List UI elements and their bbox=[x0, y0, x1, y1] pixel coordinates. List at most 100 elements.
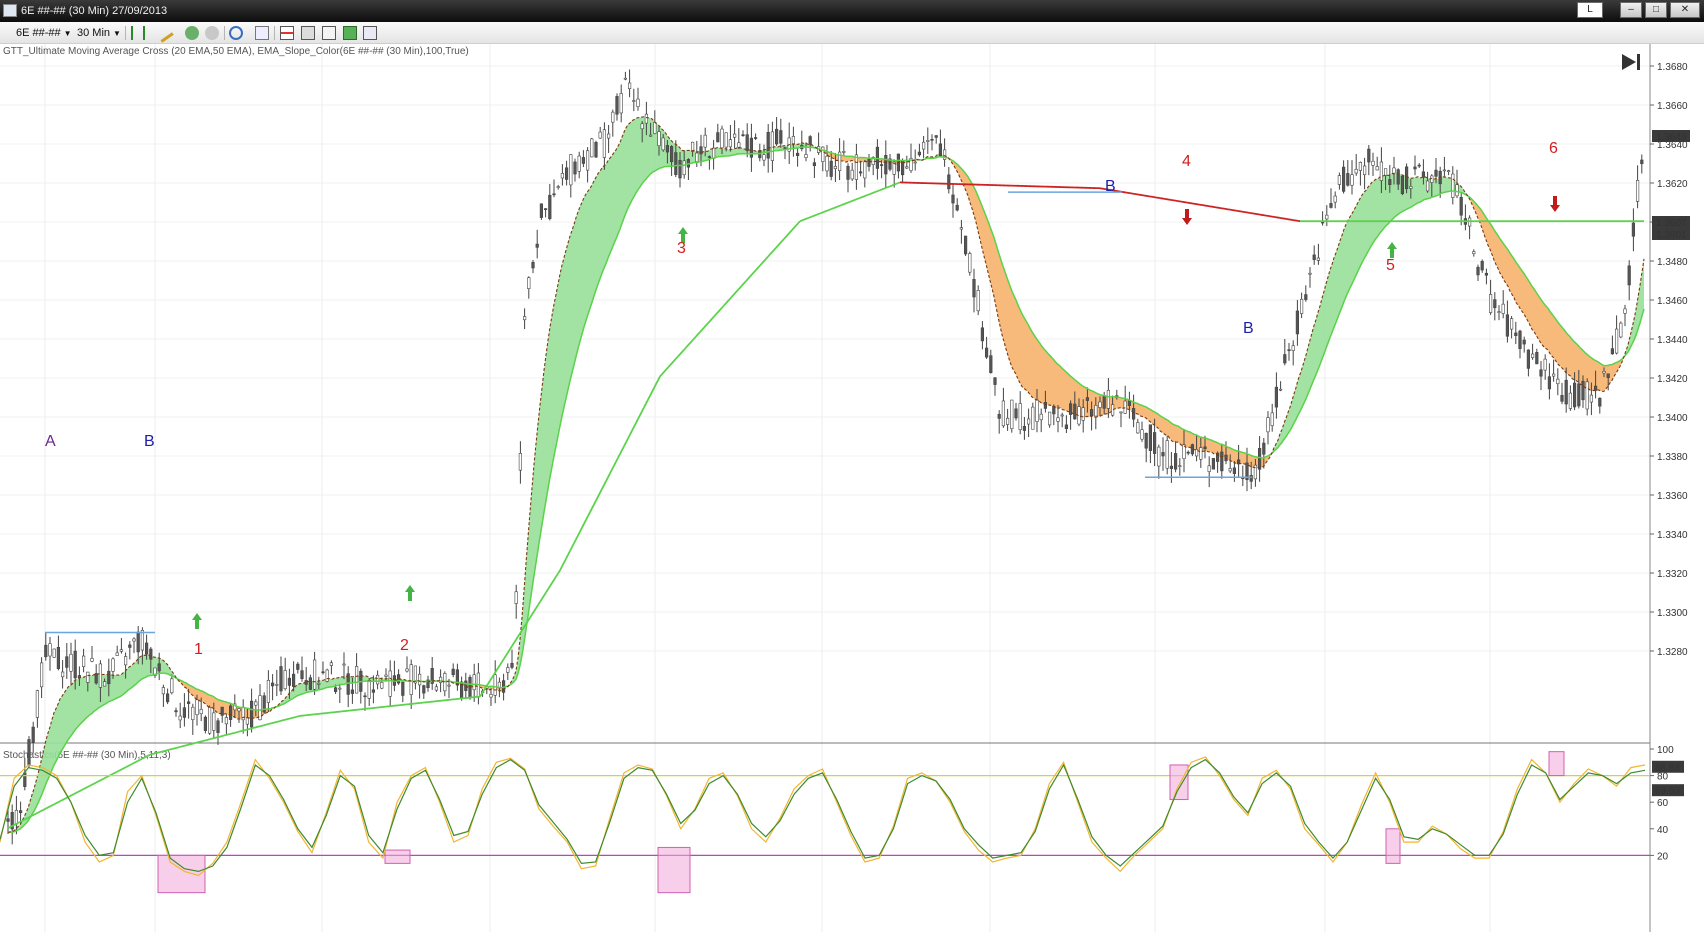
indicators-icon[interactable] bbox=[322, 26, 336, 40]
ema-100-line bbox=[37, 810, 41, 814]
candle-body bbox=[665, 145, 669, 153]
candle-body bbox=[606, 133, 611, 139]
candle-body bbox=[291, 673, 296, 687]
ema-100-line bbox=[219, 735, 223, 738]
candle-body bbox=[959, 227, 963, 230]
candle-body bbox=[354, 666, 359, 694]
candle-body bbox=[548, 194, 552, 219]
ema-100-line bbox=[255, 725, 259, 729]
stoch-flag-label: 86.64 bbox=[1655, 763, 1680, 774]
ema-100-line bbox=[237, 730, 241, 733]
candle-body bbox=[577, 155, 581, 172]
close-button[interactable]: ✕ bbox=[1670, 2, 1700, 18]
data-box-icon[interactable] bbox=[363, 26, 377, 40]
candle-body bbox=[182, 707, 187, 718]
candle-body bbox=[1031, 406, 1035, 430]
interval-selector[interactable]: 30 Min ▼ bbox=[77, 25, 121, 41]
candle-body bbox=[178, 715, 182, 721]
candle-body bbox=[98, 663, 102, 688]
window-title: 6E ##-## (30 Min) 27/09/2013 bbox=[21, 5, 168, 17]
ema-100-line bbox=[61, 798, 65, 802]
label-b-1: B bbox=[144, 433, 155, 450]
label-1: 1 bbox=[194, 641, 203, 658]
ema-100-line bbox=[825, 209, 829, 212]
candle-body bbox=[1211, 458, 1215, 470]
label-5: 5 bbox=[1386, 257, 1395, 274]
candle-body bbox=[506, 667, 510, 673]
maximize-button[interactable]: □ bbox=[1645, 2, 1667, 18]
stoch-signal-box bbox=[384, 849, 411, 864]
candle-body bbox=[350, 689, 355, 694]
candle-body bbox=[69, 653, 73, 672]
candle-body bbox=[1526, 349, 1530, 369]
candle-body bbox=[569, 154, 573, 186]
candle-body bbox=[451, 668, 455, 676]
candle-body bbox=[854, 154, 858, 180]
candle-body bbox=[884, 155, 888, 175]
minimize-button[interactable]: – bbox=[1620, 2, 1642, 18]
ema-100-line bbox=[165, 749, 169, 752]
instrument-selector[interactable]: 6E ##-## ▼ bbox=[16, 25, 72, 41]
ema-100-line bbox=[851, 199, 855, 202]
ema-100-line bbox=[877, 189, 881, 192]
candle-body bbox=[1270, 412, 1274, 427]
candle-body bbox=[82, 655, 86, 667]
candle-body bbox=[493, 674, 497, 696]
ema-100-line bbox=[59, 799, 63, 803]
candle-body bbox=[166, 693, 170, 703]
ema-100-line bbox=[265, 723, 269, 726]
candle-body bbox=[770, 131, 774, 161]
ema-100-line bbox=[175, 746, 179, 749]
candle-body bbox=[930, 138, 934, 141]
order-icon[interactable] bbox=[280, 26, 294, 40]
strategies-icon[interactable] bbox=[343, 26, 357, 40]
candle-body bbox=[111, 658, 115, 672]
candle-body bbox=[640, 123, 644, 130]
ema-100-line bbox=[173, 747, 177, 750]
candle-body bbox=[724, 132, 728, 148]
ema-100-line bbox=[813, 214, 817, 217]
hide-drawings-icon[interactable] bbox=[205, 26, 219, 40]
candle-body bbox=[653, 122, 657, 134]
ema-100-line bbox=[831, 207, 835, 210]
ema-100-line bbox=[209, 737, 213, 741]
candle-body bbox=[346, 673, 350, 695]
candle-body bbox=[812, 162, 816, 166]
candle-body bbox=[388, 670, 392, 697]
ema-100-line bbox=[885, 186, 889, 189]
candle-body bbox=[1073, 403, 1077, 420]
candle-body bbox=[707, 156, 711, 158]
candle-body bbox=[468, 676, 472, 699]
properties-icon[interactable] bbox=[301, 26, 315, 40]
layout-button[interactable]: L bbox=[1577, 2, 1603, 18]
ema-100-line bbox=[117, 769, 121, 773]
chart-canvas[interactable]: GTT_Ultimate Moving Average Cross (20 EM… bbox=[0, 44, 1704, 932]
ema-100-line bbox=[83, 787, 87, 790]
ema-100-line bbox=[77, 790, 81, 793]
candle-body bbox=[531, 262, 535, 269]
candle-body bbox=[312, 659, 317, 690]
candle-body bbox=[989, 355, 993, 373]
ema-100-line bbox=[179, 745, 183, 748]
candle-body bbox=[363, 695, 367, 698]
stoch-signal-box bbox=[157, 854, 206, 894]
bar-type-icon[interactable] bbox=[131, 26, 145, 40]
drawing-tool-icon[interactable] bbox=[154, 23, 174, 43]
candle-body bbox=[1018, 403, 1022, 431]
ema-100-line bbox=[129, 763, 133, 766]
candle-body bbox=[695, 152, 699, 162]
zoom-icon[interactable] bbox=[255, 26, 269, 40]
candle-body bbox=[1220, 451, 1224, 472]
stoch-signal-box bbox=[1385, 828, 1401, 864]
global-draw-icon[interactable] bbox=[185, 26, 199, 40]
crosshair-icon[interactable] bbox=[229, 26, 243, 40]
candle-body bbox=[552, 193, 556, 196]
candle-body bbox=[1547, 376, 1551, 390]
candle-body bbox=[762, 154, 766, 161]
stoch-flag-label: 69.03 bbox=[1655, 786, 1680, 797]
candle-body bbox=[1426, 180, 1430, 192]
candle-body bbox=[136, 631, 140, 653]
candle-body bbox=[1354, 168, 1358, 174]
ema-100-line bbox=[197, 740, 201, 744]
candle-body bbox=[1409, 186, 1413, 189]
